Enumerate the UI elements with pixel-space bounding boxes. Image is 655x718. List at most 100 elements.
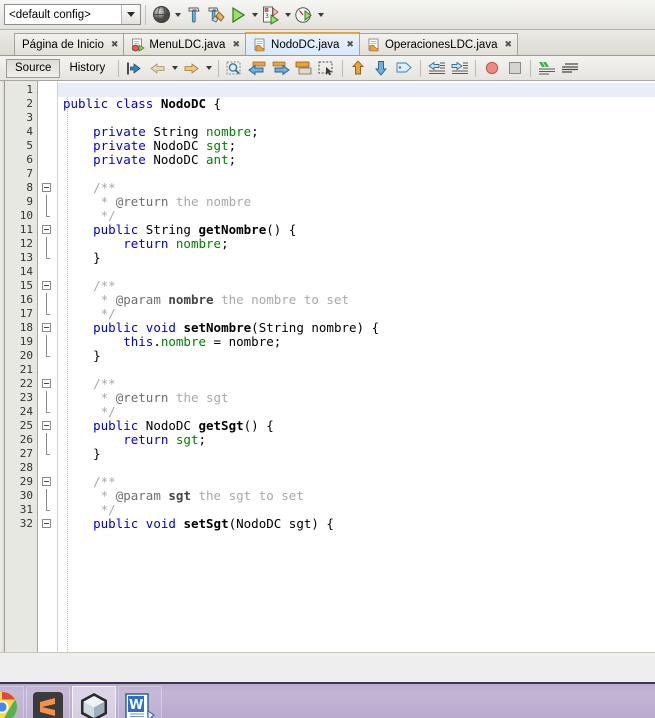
run-project-icon[interactable] <box>227 3 249 27</box>
uncomment-icon[interactable] <box>558 58 581 79</box>
next-error-icon[interactable] <box>370 58 393 79</box>
line-number[interactable]: 15 <box>20 279 33 293</box>
fold-collapse-icon[interactable] <box>42 323 51 332</box>
line-number[interactable]: 22 <box>20 377 33 391</box>
code-line[interactable]: } <box>63 349 101 363</box>
shift-right-icon[interactable] <box>448 58 471 79</box>
code-line[interactable]: */ <box>63 307 116 321</box>
shift-left-icon[interactable] <box>425 58 448 79</box>
fold-collapse-icon[interactable] <box>42 477 51 486</box>
code-line[interactable]: public void setSgt(NodoDC sgt) { <box>63 517 334 531</box>
code-line[interactable]: * @param nombre the nombre to set <box>63 293 349 307</box>
line-number[interactable]: 31 <box>20 503 33 517</box>
code-line[interactable]: /** <box>63 181 116 195</box>
open-project-globe-icon[interactable] <box>150 3 172 27</box>
line-number[interactable]: 4 <box>26 125 33 139</box>
last-edit-icon[interactable] <box>123 58 146 79</box>
line-number[interactable]: 24 <box>20 405 33 419</box>
line-number[interactable]: 8 <box>26 181 33 195</box>
rectangular-selection-icon[interactable] <box>315 58 338 79</box>
line-number[interactable]: 13 <box>20 251 33 265</box>
run-project-dropdown[interactable] <box>249 3 260 27</box>
close-icon[interactable]: ✖ <box>111 39 118 50</box>
line-number[interactable]: 18 <box>20 321 33 335</box>
line-number[interactable]: 26 <box>20 433 33 447</box>
code-line[interactable]: return sgt; <box>63 433 206 447</box>
back-icon[interactable] <box>146 58 169 79</box>
open-project-dropdown[interactable] <box>172 3 183 27</box>
line-number[interactable]: 20 <box>20 349 33 363</box>
line-number[interactable]: 29 <box>20 475 33 489</box>
close-icon[interactable]: ✖ <box>232 39 239 50</box>
profile-project-dropdown[interactable] <box>315 3 326 27</box>
forward-dropdown[interactable] <box>203 56 214 80</box>
line-number[interactable]: 25 <box>20 419 33 433</box>
toggle-bookmark-icon[interactable] <box>393 58 416 79</box>
line-number[interactable]: 10 <box>20 209 33 223</box>
code-line[interactable]: public NodoDC getSgt() { <box>63 419 274 433</box>
line-number[interactable]: 1 <box>26 83 33 97</box>
previous-bookmark-icon[interactable] <box>246 58 269 79</box>
line-number-gutter[interactable]: 1 2 3 4 5 6 7 8 9 10 11 12 13 14 15 16 17 18 19 20 21 22 23 24 2… <box>5 81 38 652</box>
line-number[interactable]: 2 <box>26 97 33 111</box>
taskbar-sublime[interactable] <box>26 686 70 718</box>
code-line[interactable]: * @param sgt the sgt to set <box>63 489 304 503</box>
fold-collapse-icon[interactable] <box>42 519 51 528</box>
toggle-highlight-icon[interactable] <box>292 58 315 79</box>
build-hammer-icon[interactable] <box>183 3 205 27</box>
line-number[interactable]: 11 <box>20 223 33 237</box>
code-line[interactable]: * @return the sgt <box>63 391 229 405</box>
code-line[interactable]: private String nombre; <box>63 125 259 139</box>
square-icon[interactable] <box>503 58 526 79</box>
line-number[interactable]: 23 <box>20 391 33 405</box>
previous-error-icon[interactable] <box>347 58 370 79</box>
line-number[interactable]: 28 <box>20 461 33 475</box>
code-line[interactable]: /** <box>63 279 116 293</box>
next-bookmark-icon[interactable] <box>269 58 292 79</box>
back-dropdown[interactable] <box>169 56 180 80</box>
debug-project-dropdown[interactable] <box>282 3 293 27</box>
line-number[interactable]: 9 <box>26 195 33 209</box>
code-line[interactable]: public String getNombre() { <box>63 223 296 237</box>
code-line[interactable]: /** <box>63 475 116 489</box>
line-number[interactable]: 6 <box>26 153 33 167</box>
tab-nododc-java[interactable]: NodoDC.java ✖ <box>245 32 360 55</box>
line-number[interactable]: 32 <box>20 517 33 531</box>
forward-icon[interactable] <box>180 58 203 79</box>
code-text-area[interactable]: public class NodoDC { private String nom… <box>58 81 655 652</box>
stop-icon[interactable] <box>480 58 503 79</box>
comment-icon[interactable] <box>535 58 558 79</box>
config-combobox-arrow[interactable] <box>121 5 140 24</box>
line-number[interactable]: 14 <box>20 265 33 279</box>
config-combobox[interactable]: <default config> <box>4 4 141 25</box>
line-number[interactable]: 7 <box>26 167 33 181</box>
line-number[interactable]: 17 <box>20 307 33 321</box>
code-line[interactable]: return nombre; <box>63 237 228 251</box>
code-line[interactable]: this.nombre = nombre; <box>63 335 281 349</box>
taskbar-netbeans[interactable] <box>72 686 116 718</box>
code-line[interactable]: */ <box>63 209 116 223</box>
debug-project-icon[interactable]: 3 <box>260 3 282 27</box>
code-line[interactable]: */ <box>63 503 116 517</box>
line-number[interactable]: 27 <box>20 447 33 461</box>
close-icon[interactable]: ✖ <box>346 39 353 50</box>
find-selection-icon[interactable] <box>223 58 246 79</box>
code-line[interactable]: public void setNombre(String nombre) { <box>63 321 379 335</box>
history-tab-button[interactable]: History <box>60 59 114 78</box>
code-line[interactable]: } <box>63 447 101 461</box>
code-line[interactable]: private NodoDC ant; <box>63 153 236 167</box>
line-number[interactable]: 30 <box>20 489 33 503</box>
code-editor[interactable]: 1 2 3 4 5 6 7 8 9 10 11 12 13 14 15 16 17 18 19 20 21 22 23 24 2… <box>0 81 655 653</box>
code-line[interactable]: public class NodoDC { <box>63 97 221 111</box>
line-number[interactable]: 16 <box>20 293 33 307</box>
line-number[interactable]: 12 <box>20 237 33 251</box>
code-line[interactable]: /** <box>63 377 116 391</box>
tab-operacionesldc-java[interactable]: OperacionesLDC.java ✖ <box>358 33 519 55</box>
fold-collapse-icon[interactable] <box>42 379 51 388</box>
code-line[interactable]: } <box>63 251 101 265</box>
taskbar-word[interactable]: W <box>118 686 162 718</box>
code-fold-column[interactable] <box>38 81 58 652</box>
line-number[interactable]: 19 <box>20 335 33 349</box>
tab-menuldc-java[interactable]: MenuLDC.java ✖ <box>123 33 247 55</box>
taskbar-chrome[interactable] <box>0 686 24 718</box>
